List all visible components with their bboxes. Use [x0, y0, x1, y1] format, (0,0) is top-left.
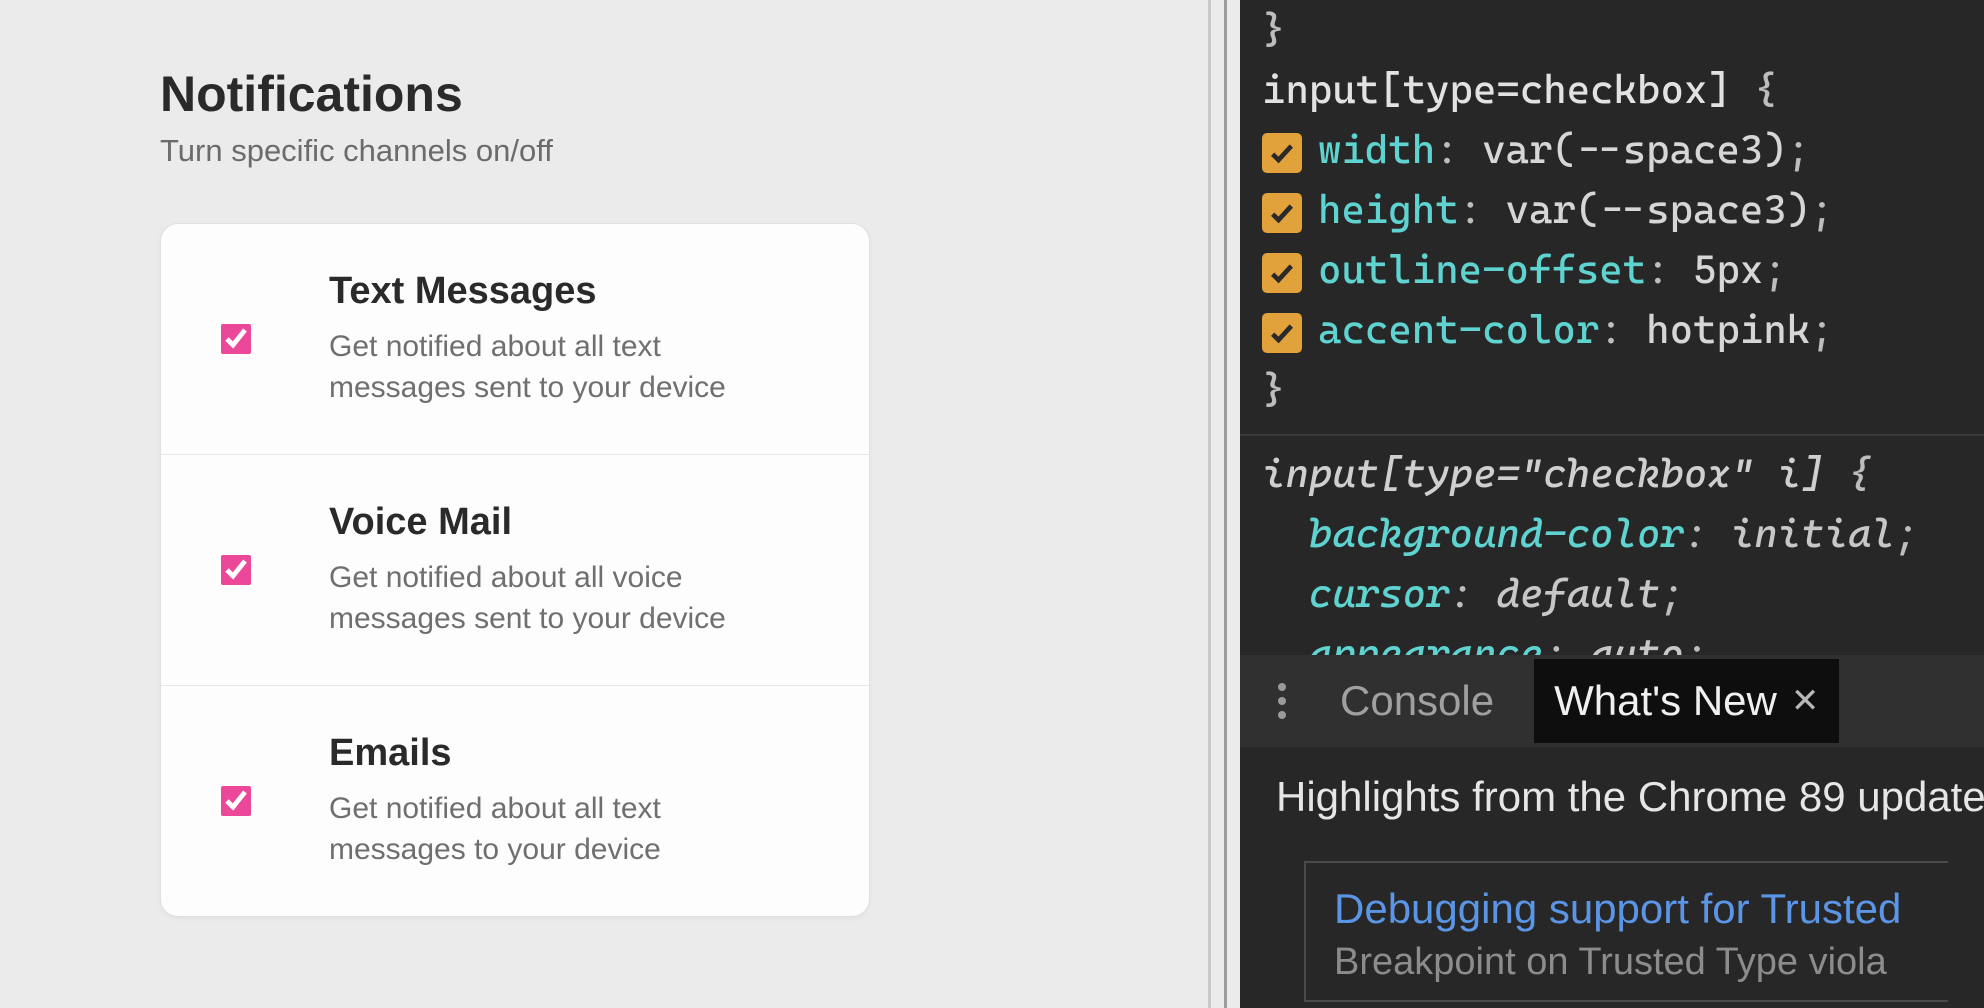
kebab-menu-icon[interactable]: [1254, 683, 1300, 719]
row-title: Voice Mail: [329, 501, 833, 544]
news-card[interactable]: Debugging support for Trusted Breakpoint…: [1304, 861, 1948, 1002]
row-title: Text Messages: [329, 270, 833, 313]
property-toggle-checkbox[interactable]: [1262, 313, 1302, 353]
notification-row: Emails Get notified about all text messa…: [161, 686, 869, 916]
row-description: Get notified about all voice messages se…: [329, 558, 759, 639]
tab-label: Console: [1340, 677, 1494, 725]
page-title: Notifications: [160, 65, 1040, 123]
news-link[interactable]: Debugging support for Trusted: [1334, 885, 1948, 933]
notifications-card: Text Messages Get notified about all tex…: [160, 223, 870, 917]
close-icon[interactable]: ✕: [1791, 681, 1820, 721]
page-subtitle: Turn specific channels on/off: [160, 133, 1040, 169]
notification-row: Text Messages Get notified about all tex…: [161, 224, 869, 455]
news-subtitle: Breakpoint on Trusted Type viola: [1334, 941, 1948, 984]
checkbox-emails[interactable]: [221, 786, 251, 816]
property-toggle-checkbox[interactable]: [1262, 253, 1302, 293]
row-title: Emails: [329, 732, 833, 775]
tab-console[interactable]: Console: [1320, 659, 1514, 743]
css-rule-close-brace: }: [1240, 0, 1984, 60]
checkbox-voice-mail[interactable]: [221, 555, 251, 585]
css-author-rule[interactable]: input[type=checkbox] { width: var(--spac…: [1240, 60, 1984, 420]
rule-separator: [1240, 434, 1984, 436]
tab-label: What's New: [1554, 677, 1777, 725]
devtools-drawer: Console What's New ✕ Highlights from the…: [1240, 655, 1984, 1002]
checkbox-text-messages[interactable]: [221, 324, 251, 354]
pane-splitter[interactable]: [1200, 0, 1240, 1008]
drawer-tabbar: Console What's New ✕: [1240, 655, 1984, 747]
property-toggle-checkbox[interactable]: [1262, 133, 1302, 173]
row-description: Get notified about all text messages sen…: [329, 327, 759, 408]
preview-pane: Notifications Turn specific channels on/…: [0, 0, 1200, 1008]
property-toggle-checkbox[interactable]: [1262, 193, 1302, 233]
tab-whats-new[interactable]: What's New ✕: [1534, 659, 1839, 743]
notification-row: Voice Mail Get notified about all voice …: [161, 455, 869, 686]
row-description: Get notified about all text messages to …: [329, 789, 759, 870]
whats-new-headline: Highlights from the Chrome 89 update: [1276, 773, 1948, 821]
devtools-styles-panel: } input[type=checkbox] { width: var(--sp…: [1240, 0, 1984, 1008]
